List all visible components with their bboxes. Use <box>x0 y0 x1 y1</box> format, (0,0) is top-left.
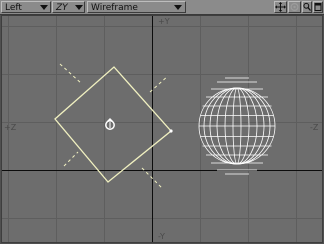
layout-viewport-window: Left ZY Wireframe +Y -Y +Z -Z <box>0 0 324 244</box>
background-grid <box>2 16 322 242</box>
sphere-mesh-wireframe[interactable] <box>198 77 276 175</box>
zoom-view-button[interactable] <box>302 1 312 13</box>
axis-label-left: +Z <box>4 123 17 132</box>
maximize-viewport-button[interactable] <box>313 1 323 13</box>
scene-viewport[interactable]: +Y -Y +Z -Z <box>1 15 323 243</box>
axis-label-bottom: -Y <box>158 232 165 241</box>
view-type-label: Left <box>5 3 22 13</box>
axis-label-top: +Y <box>158 17 170 26</box>
axis-plane-label: ZY <box>56 3 68 13</box>
render-mode-dropdown[interactable]: Wireframe <box>87 1 186 13</box>
chevron-down-icon <box>40 5 48 10</box>
pivot-rotate-icon <box>105 118 115 130</box>
viewport-canvas <box>2 16 322 242</box>
box-outline <box>54 66 172 183</box>
axis-label-right: -Z <box>310 123 319 132</box>
view-type-dropdown[interactable]: Left <box>1 1 51 13</box>
axis-plane-dropdown[interactable]: ZY <box>52 1 85 13</box>
maximize-icon <box>314 3 322 11</box>
chevron-down-icon <box>174 5 182 10</box>
move-icon <box>275 2 286 12</box>
rotate-view-button[interactable] <box>288 1 301 13</box>
selected-box-wireframe[interactable] <box>54 63 173 189</box>
viewport-toolbar: Left ZY Wireframe <box>0 0 324 15</box>
rotate-view-icon <box>290 2 299 12</box>
render-mode-label: Wireframe <box>91 3 138 13</box>
zoom-icon <box>303 2 311 11</box>
world-axes <box>2 16 322 242</box>
chevron-down-icon <box>75 5 83 10</box>
vertex-handle[interactable] <box>169 129 173 133</box>
move-view-button[interactable] <box>274 1 287 13</box>
